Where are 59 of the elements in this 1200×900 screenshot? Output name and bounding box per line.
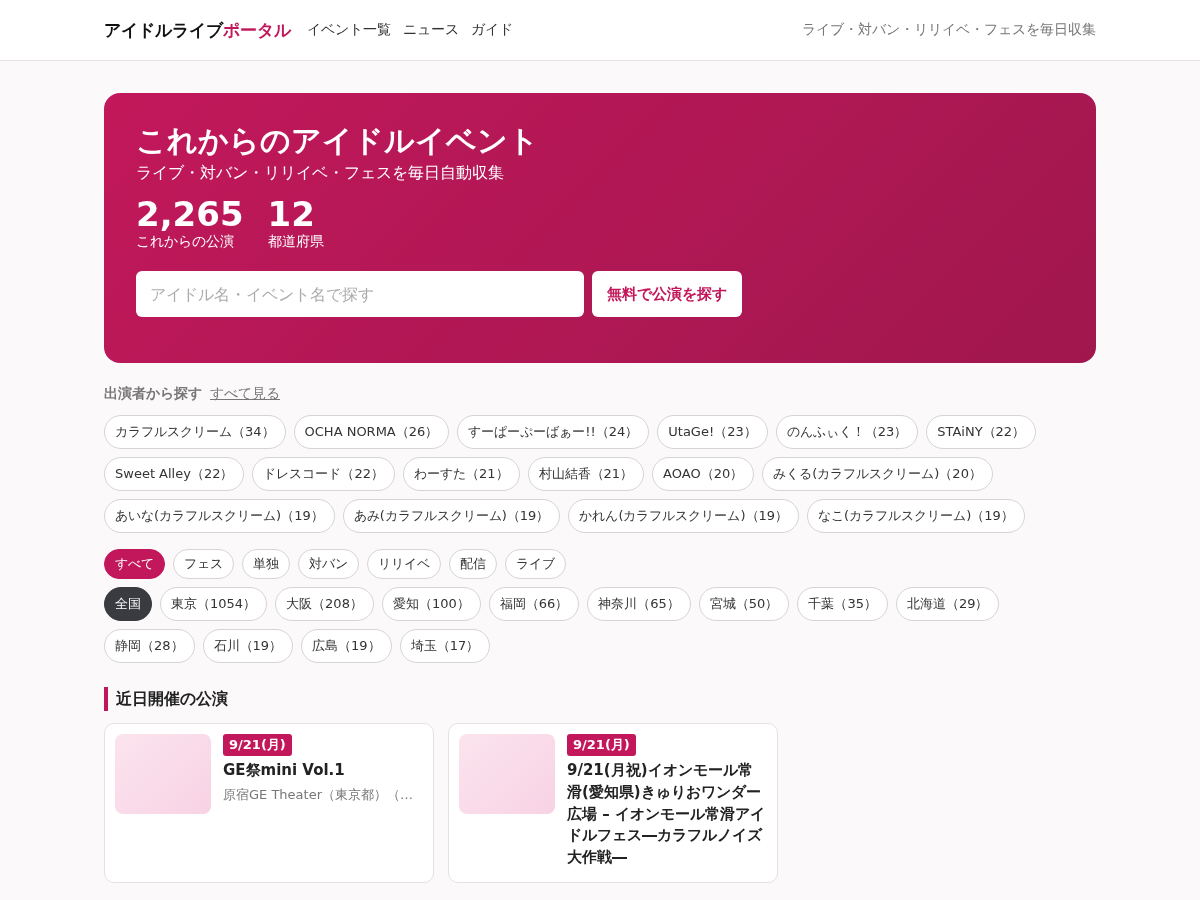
performer-chip[interactable]: なこ(カラフルスクリーム)（19） (807, 499, 1025, 533)
performer-chip[interactable]: みくる(カラフルスクリーム)（20） (762, 457, 993, 491)
event-card[interactable]: 9/21(月) 9/21(月祝)イオンモール常滑(愛知県)きゅりおワンダー広場 – イオンモール常滑アイドルフェス―カラフルノイズ大作戦― (448, 723, 778, 883)
search-button[interactable]: 無料で公演を探す (592, 271, 742, 318)
region-filter-chip[interactable]: 千葉（35） (797, 587, 888, 621)
performer-chip[interactable]: かれん(カラフルスクリーム)（19） (568, 499, 800, 533)
region-filter-chip[interactable]: 埼玉（17） (399, 629, 491, 663)
stat-value: 2,265 (136, 196, 244, 234)
performer-chip[interactable]: Sweet Alley（22） (104, 457, 245, 491)
tagline: ライブ・対バン・リリイベ・フェスを毎日収集 (802, 21, 1096, 39)
site-logo[interactable]: アイドルライブポータル (104, 18, 291, 42)
region-filter-chip[interactable]: 大阪（208） (275, 587, 374, 621)
performer-chip[interactable]: STAiNY（22） (926, 415, 1037, 449)
type-filter-chip[interactable]: 対バン (298, 549, 359, 579)
section-label: 出演者から探す (104, 385, 202, 403)
nav-link[interactable]: ガイド (471, 21, 513, 39)
search-field[interactable]: アイドル名・イベント名で探す (136, 271, 584, 318)
region-filter-chip[interactable]: 全国 (104, 587, 152, 621)
see-all-link[interactable]: すべて見る (210, 385, 280, 403)
section-heading: 近日開催の公演 (104, 687, 1096, 711)
region-filter-chip[interactable]: 石川（19） (202, 629, 294, 663)
performer-chip[interactable]: UtaGe!（23） (657, 415, 768, 449)
performer-chip[interactable]: カラフルスクリーム（34） (104, 415, 286, 449)
nav-link[interactable]: イベント一覧 (307, 21, 391, 39)
hero-subtitle: ライブ・対バン・リリイベ・フェスを毎日自動収集 (136, 163, 505, 184)
stat-label: 都道府県 (267, 233, 324, 252)
event-card[interactable]: 9/21(月) GE祭mini Vol.1 原宿GE Theater（東京都）（… (104, 723, 434, 883)
performer-chip[interactable]: わーすた（21） (403, 457, 520, 491)
type-filter-chip[interactable]: 単独 (242, 549, 290, 579)
region-filter-chip[interactable]: 愛知（100） (381, 587, 481, 621)
performer-chip[interactable]: あいな(カラフルスクリーム)（19） (104, 499, 335, 533)
type-filter-chip[interactable]: リリイベ (367, 549, 441, 579)
region-filter-chip[interactable]: 広島（19） (301, 629, 392, 663)
region-filter-chip[interactable]: 福岡（66） (488, 587, 580, 621)
performer-chip[interactable]: AOAO（20） (652, 457, 755, 491)
type-filter-chip[interactable]: ライブ (505, 549, 566, 579)
hero-title: これからのアイドルイベント (136, 123, 540, 159)
performer-chip[interactable]: すーぱーぷーばぁー!!（24） (457, 415, 650, 449)
type-filter-chip[interactable]: 配信 (449, 549, 497, 579)
type-filter-chip[interactable]: フェス (173, 549, 234, 579)
performer-chip[interactable]: のんふぃく！（23） (775, 415, 919, 449)
date-badge: 9/21(月) (223, 734, 292, 756)
performer-chip[interactable]: OCHA NORMA（26） (293, 415, 450, 449)
event-title: GE祭mini Vol.1 (223, 760, 345, 781)
performer-chip[interactable]: 村山結香（21） (527, 457, 645, 491)
region-filter-chip[interactable]: 北海道（29） (895, 587, 1000, 621)
performer-chip[interactable]: あみ(カラフルスクリーム)（19） (342, 499, 561, 533)
region-filter-chip[interactable]: 宮城（50） (698, 587, 790, 621)
type-filter-chip[interactable]: すべて (104, 549, 165, 579)
stat-value: 12 (267, 196, 316, 234)
performer-chip[interactable]: ドレスコード（22） (252, 457, 395, 491)
event-venue: 原宿GE Theater（東京都）（… (223, 785, 413, 804)
region-filter-chip[interactable]: 東京（1054） (160, 587, 268, 621)
nav-link[interactable]: ニュース (403, 21, 459, 39)
stat-label: これからの公演 (136, 233, 235, 252)
region-filter-chip[interactable]: 静岡（28） (104, 629, 195, 663)
region-filter-chip[interactable]: 神奈川（65） (587, 587, 691, 621)
date-badge: 9/21(月) (567, 734, 636, 756)
event-title: 9/21(月祝)イオンモール常滑(愛知県)きゅりおワンダー広場 – イオンモール常滑アイドルフェス―カラフルノイズ大作戦― (567, 760, 766, 868)
